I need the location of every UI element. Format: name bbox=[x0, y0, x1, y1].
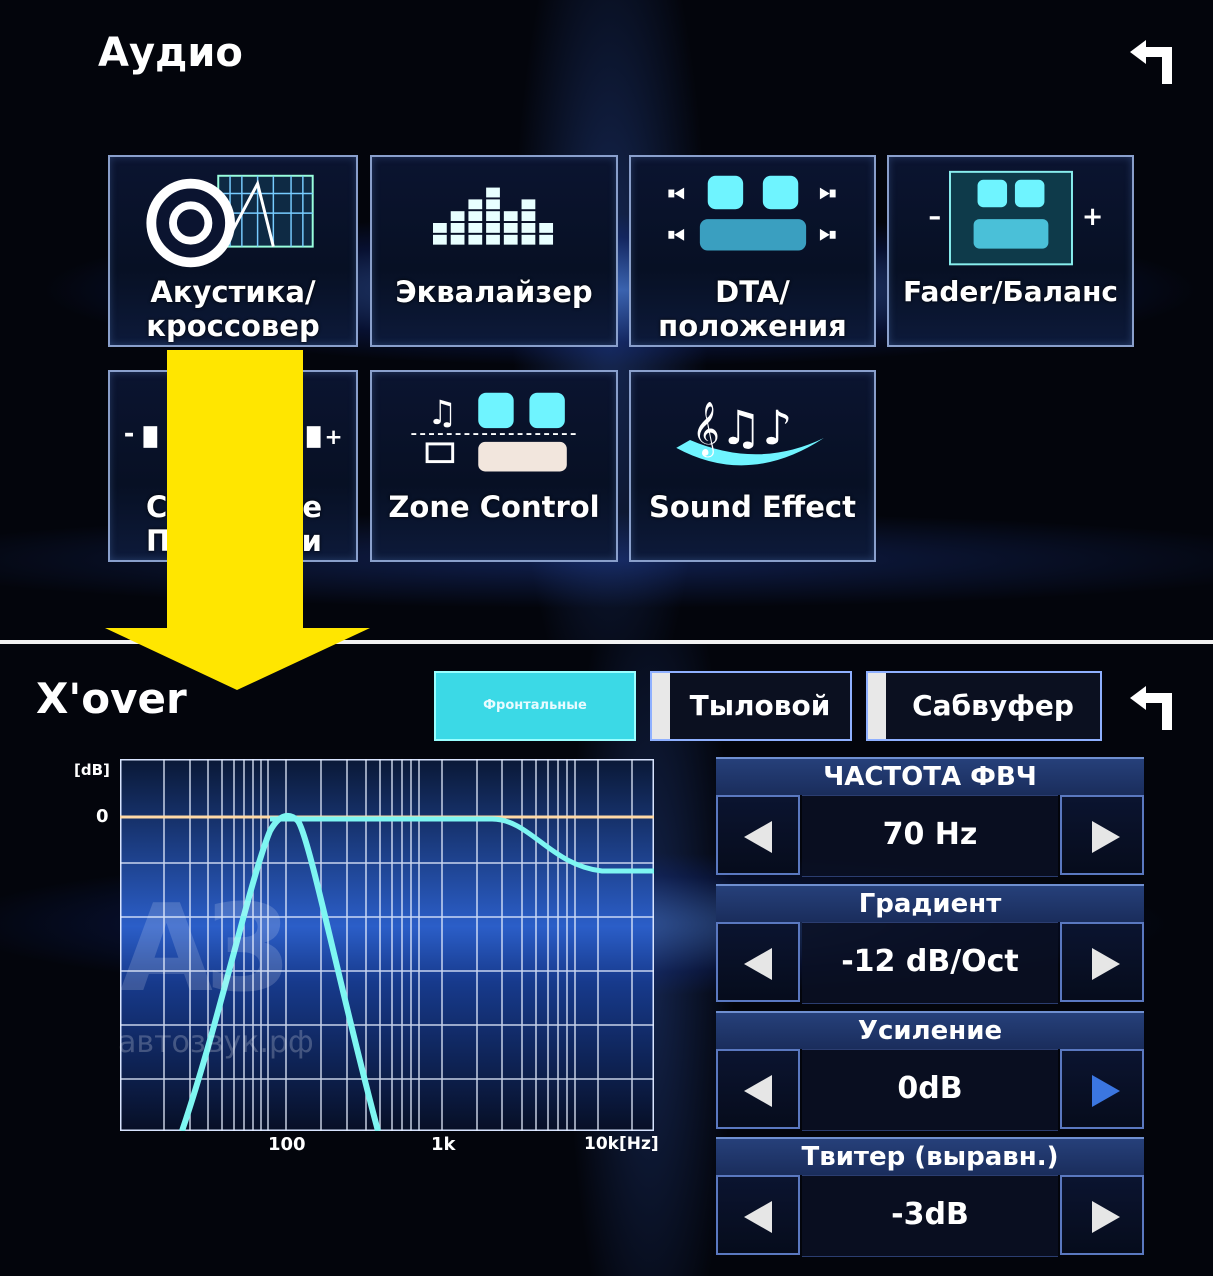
x-tick-10k: 10k[Hz] bbox=[584, 1134, 659, 1154]
svg-text:𝄞♫♪: 𝄞♫♪ bbox=[692, 401, 792, 458]
tile-label: Эквалайзер bbox=[395, 275, 593, 309]
tile-label: Sound Effect bbox=[649, 490, 856, 524]
right-triangle-icon bbox=[1092, 821, 1120, 853]
tweeter-level-decrease-button[interactable] bbox=[716, 1175, 800, 1255]
back-button[interactable] bbox=[1124, 684, 1184, 734]
watermark-text: автозвук.рф bbox=[118, 1025, 314, 1060]
gain-increase-button[interactable] bbox=[1060, 1049, 1144, 1129]
tile-label: DTA/ bbox=[715, 275, 790, 309]
slope-title: Градиент bbox=[716, 884, 1144, 922]
tile-label: Акустика/ bbox=[150, 275, 316, 309]
tile-zone-control[interactable]: ♫ Zone Control bbox=[370, 370, 618, 562]
tweeter-level-control: -3dB bbox=[716, 1175, 1144, 1257]
gain-control: 0dB bbox=[716, 1049, 1144, 1131]
tab-label: Сабвуфер bbox=[912, 689, 1074, 722]
hpf-frequency-control: 70 Hz bbox=[716, 795, 1144, 877]
tweeter-level-value: -3dB bbox=[802, 1175, 1058, 1257]
tile-sound-effect[interactable]: 𝄞♫♪ Sound Effect bbox=[629, 370, 876, 562]
back-button[interactable] bbox=[1124, 38, 1184, 88]
tile-dta-position[interactable]: DTA/ положения bbox=[629, 155, 876, 347]
zone-control-icon: ♫ bbox=[411, 392, 579, 472]
equalizer-bars-icon bbox=[433, 187, 554, 245]
watermark-logo: АЗ bbox=[120, 880, 290, 1019]
y-axis-unit: [dB] bbox=[74, 761, 110, 779]
tile-speaker-crossover[interactable]: Акустика/ кроссовер bbox=[108, 155, 358, 347]
hpf-frequency-value: 70 Hz bbox=[802, 795, 1058, 877]
slope-increase-button[interactable] bbox=[1060, 922, 1144, 1002]
hpf-frequency-increase-button[interactable] bbox=[1060, 795, 1144, 875]
tile-fader-balance[interactable]: – + Fader/Баланс bbox=[887, 155, 1134, 347]
gain-title: Усиление bbox=[716, 1011, 1144, 1049]
tab-subwoofer[interactable]: Сабвуфер bbox=[866, 671, 1102, 741]
tweeter-level-increase-button[interactable] bbox=[1060, 1175, 1144, 1255]
tab-front[interactable]: Фронтальные bbox=[434, 671, 636, 741]
tab-notch bbox=[652, 673, 670, 739]
seat-position-icon bbox=[668, 175, 836, 251]
left-triangle-icon bbox=[744, 1201, 772, 1233]
svg-text:+: + bbox=[1082, 202, 1103, 232]
left-triangle-icon bbox=[744, 821, 772, 853]
tile-equalizer[interactable]: Эквалайзер bbox=[370, 155, 618, 347]
tile-label: Zone Control bbox=[388, 490, 600, 524]
tweeter-level-title: Твитер (выравн.) bbox=[716, 1137, 1144, 1175]
svg-text:–: – bbox=[928, 202, 941, 232]
y-axis-zero-label: 0 bbox=[96, 806, 109, 827]
gain-value: 0dB bbox=[802, 1049, 1058, 1131]
hpf-frequency-decrease-button[interactable] bbox=[716, 795, 800, 875]
annotation-arrow-icon bbox=[105, 350, 370, 690]
return-arrow-icon bbox=[1130, 40, 1172, 84]
right-triangle-icon bbox=[1092, 1075, 1120, 1107]
audio-title: Аудио bbox=[98, 30, 243, 76]
fader-balance-icon: – + bbox=[928, 170, 1103, 266]
slope-decrease-button[interactable] bbox=[716, 922, 800, 1002]
right-triangle-icon bbox=[1092, 1201, 1120, 1233]
sound-effect-icon: 𝄞♫♪ bbox=[676, 401, 824, 466]
left-triangle-icon bbox=[744, 948, 772, 980]
tab-rear[interactable]: Тыловой bbox=[650, 671, 852, 741]
x-tick-1k: 1k bbox=[431, 1134, 456, 1155]
tab-notch bbox=[868, 673, 886, 739]
svg-text:♫: ♫ bbox=[427, 393, 457, 432]
tab-label: Фронтальные bbox=[483, 698, 587, 713]
left-triangle-icon bbox=[744, 1075, 772, 1107]
hpf-frequency-title: ЧАСТОТА ФВЧ bbox=[716, 757, 1144, 795]
right-triangle-icon bbox=[1092, 948, 1120, 980]
tab-label: Тыловой bbox=[689, 689, 831, 722]
return-arrow-icon bbox=[1130, 686, 1172, 730]
speaker-crossover-icon bbox=[146, 174, 314, 268]
gain-decrease-button[interactable] bbox=[716, 1049, 800, 1129]
tile-label-line2: кроссовер bbox=[146, 309, 320, 343]
tile-label-line2: положения bbox=[658, 309, 847, 343]
slope-control: -12 dB/Oct bbox=[716, 922, 1144, 1004]
tile-label: Fader/Баланс bbox=[902, 275, 1119, 308]
x-tick-100: 100 bbox=[268, 1134, 306, 1155]
slope-value: -12 dB/Oct bbox=[802, 922, 1058, 1004]
